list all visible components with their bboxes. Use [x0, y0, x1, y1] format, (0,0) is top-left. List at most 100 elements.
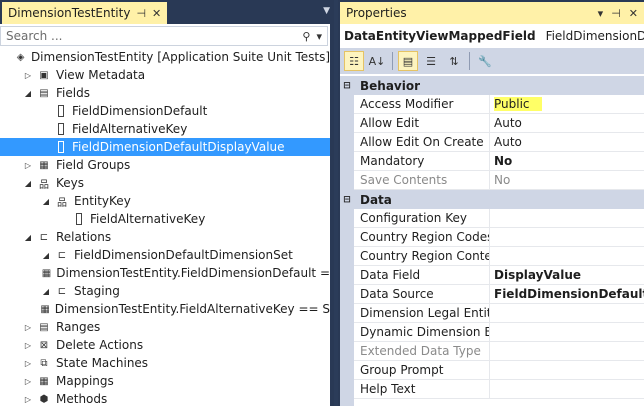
collapse-icon[interactable]: ◢ — [22, 89, 34, 98]
tree-item[interactable]: ◢ ▤ Fields — [0, 84, 330, 102]
property-value[interactable] — [490, 228, 644, 247]
property-name[interactable]: Data Field — [354, 266, 490, 285]
property-value[interactable]: No — [490, 171, 644, 190]
relations-icon: ⊏ — [39, 231, 49, 243]
property-value[interactable] — [490, 342, 644, 361]
property-value[interactable] — [490, 209, 644, 228]
property-value[interactable]: DisplayValue — [490, 266, 644, 285]
property-value[interactable] — [490, 323, 644, 342]
search-input[interactable]: Search ... ⚲ ▾ — [0, 26, 328, 46]
property-name[interactable]: Group Prompt — [354, 361, 490, 380]
tab-title: DimensionTestEntity — [8, 6, 131, 20]
tree-item[interactable]: ◢ 品 EntityKey — [0, 192, 330, 210]
property-name[interactable]: Dimension Legal Entity C — [354, 304, 490, 323]
search-placeholder: Search ... — [6, 29, 63, 43]
events-icon[interactable]: ☰ — [421, 51, 441, 71]
collapse-icon[interactable]: ◢ — [22, 233, 34, 242]
property-name[interactable]: Data Source — [354, 285, 490, 304]
tree-item[interactable]: ◢ ⊏ Relations — [0, 228, 330, 246]
tree-item[interactable]: ◈ DimensionTestEntity [Application Suite … — [0, 48, 330, 66]
collapse-icon[interactable]: ⊟ — [340, 195, 354, 205]
property-name[interactable]: Help Text — [354, 380, 490, 399]
property-value[interactable]: Public — [490, 95, 644, 114]
tree-item[interactable]: ▷ ▣ View Metadata — [0, 66, 330, 84]
property-name[interactable]: Country Region Context — [354, 247, 490, 266]
tree-item-label: FieldDimensionDefaultDisplayValue — [72, 140, 285, 154]
property-category[interactable]: ⊟ Data — [340, 190, 644, 209]
property-name[interactable]: Allow Edit On Create — [354, 133, 490, 152]
property-name[interactable]: Allow Edit — [354, 114, 490, 133]
tree-item[interactable]: ◢ 品 Keys — [0, 174, 330, 192]
tree-item[interactable]: ▷ ▦ Field Groups — [0, 156, 330, 174]
methods-icon: ⬢ — [39, 393, 49, 405]
property-name[interactable]: Mandatory — [354, 152, 490, 171]
property-name[interactable]: Save Contents — [354, 171, 490, 190]
tree-item[interactable]: FieldDimensionDefaultDisplayValue — [0, 138, 330, 156]
property-name[interactable]: Extended Data Type — [354, 342, 490, 361]
property-name[interactable]: Dynamic Dimension Enu — [354, 323, 490, 342]
expand-icon[interactable]: ▷ — [22, 161, 34, 170]
expand-icon[interactable]: ▷ — [22, 359, 34, 368]
search-icon[interactable]: ⚲ — [302, 30, 310, 43]
tree-item[interactable]: ▦ DimensionTestEntity.FieldAlternativeKey… — [0, 300, 330, 318]
search-options-icon[interactable]: ▾ — [316, 30, 322, 43]
property-value-text: No — [494, 173, 511, 187]
pin-icon[interactable]: ⊣ — [611, 7, 621, 20]
alphabetical-icon[interactable]: A↓ — [367, 51, 387, 71]
property-value-text: No — [494, 154, 513, 168]
dropdown-icon[interactable]: ▾ — [598, 7, 604, 20]
tree-item[interactable]: ▷ ▦ Mappings — [0, 372, 330, 390]
chevron-down-icon[interactable]: ▼ — [323, 6, 330, 16]
tree-item[interactable]: ◢ ⊏ Staging — [0, 282, 330, 300]
collapse-icon[interactable]: ⊟ — [340, 81, 354, 91]
property-value[interactable]: Auto — [490, 114, 644, 133]
property-value[interactable]: No — [490, 152, 644, 171]
field-groups-icon: ▦ — [39, 159, 49, 171]
object-selector[interactable]: DataEntityViewMappedField FieldDimension… — [340, 26, 644, 46]
tree-item[interactable]: ▷ ⊠ Delete Actions — [0, 336, 330, 354]
tree-item[interactable]: ▷ ▤ Ranges — [0, 318, 330, 336]
tree-item[interactable]: FieldDimensionDefault — [0, 102, 330, 120]
expand-icon[interactable]: ▷ — [22, 341, 34, 350]
collapse-icon[interactable]: ◢ — [40, 197, 52, 206]
property-value[interactable] — [490, 380, 644, 399]
entity-icon: ◈ — [16, 51, 25, 63]
close-icon[interactable]: ✕ — [629, 7, 638, 20]
tree-item-label: Keys — [56, 176, 85, 190]
wrench-icon[interactable]: 🔧 — [475, 51, 495, 71]
tree-item[interactable]: ◢ ⊏ FieldDimensionDefaultDimensionSet — [0, 246, 330, 264]
expand-icon[interactable]: ▷ — [22, 323, 34, 332]
field-icon — [58, 105, 64, 117]
property-value[interactable]: FieldDimensionDefaultDAVS — [490, 285, 644, 304]
tree-item[interactable]: ▦ DimensionTestEntity.FieldDimensionDefau… — [0, 264, 330, 282]
sort-icon[interactable]: ⇅ — [444, 51, 464, 71]
property-name[interactable]: Access Modifier — [354, 95, 490, 114]
collapse-icon[interactable]: ◢ — [22, 179, 34, 188]
designer-content: Search ... ⚲ ▾ ◈ DimensionTestEntity [App… — [0, 24, 330, 406]
document-tab[interactable]: DimensionTestEntity ⊣ ✕ — [2, 2, 168, 24]
property-name[interactable]: Configuration Key — [354, 209, 490, 228]
grid-gutter — [340, 76, 354, 406]
tree-item[interactable]: ▷ ⬢ Methods — [0, 390, 330, 406]
tree-item-label: EntityKey — [74, 194, 131, 208]
property-value[interactable] — [490, 304, 644, 323]
pin-icon[interactable]: ⊣ — [136, 7, 146, 20]
expand-icon[interactable]: ▷ — [22, 71, 34, 80]
tree-item[interactable]: FieldAlternativeKey — [0, 120, 330, 138]
relation-constraint-icon: ▦ — [41, 267, 52, 279]
expand-icon[interactable]: ▷ — [22, 395, 34, 404]
expand-icon[interactable]: ▷ — [22, 377, 34, 386]
property-value[interactable] — [490, 247, 644, 266]
tree-item[interactable]: ▷ ⧉ State Machines — [0, 354, 330, 372]
collapse-icon[interactable]: ◢ — [40, 287, 52, 296]
tree-item-label: DimensionTestEntity [Application Suite U… — [30, 50, 331, 64]
close-icon[interactable]: ✕ — [152, 7, 161, 20]
property-value[interactable] — [490, 361, 644, 380]
tree-item[interactable]: FieldAlternativeKey — [0, 210, 330, 228]
property-value[interactable]: Auto — [490, 133, 644, 152]
property-category[interactable]: ⊟ Behavior — [340, 76, 644, 95]
properties-icon[interactable]: ▤ — [398, 51, 418, 71]
property-name[interactable]: Country Region Codes — [354, 228, 490, 247]
collapse-icon[interactable]: ◢ — [40, 251, 52, 260]
categorized-icon[interactable]: ☷ — [344, 51, 364, 71]
